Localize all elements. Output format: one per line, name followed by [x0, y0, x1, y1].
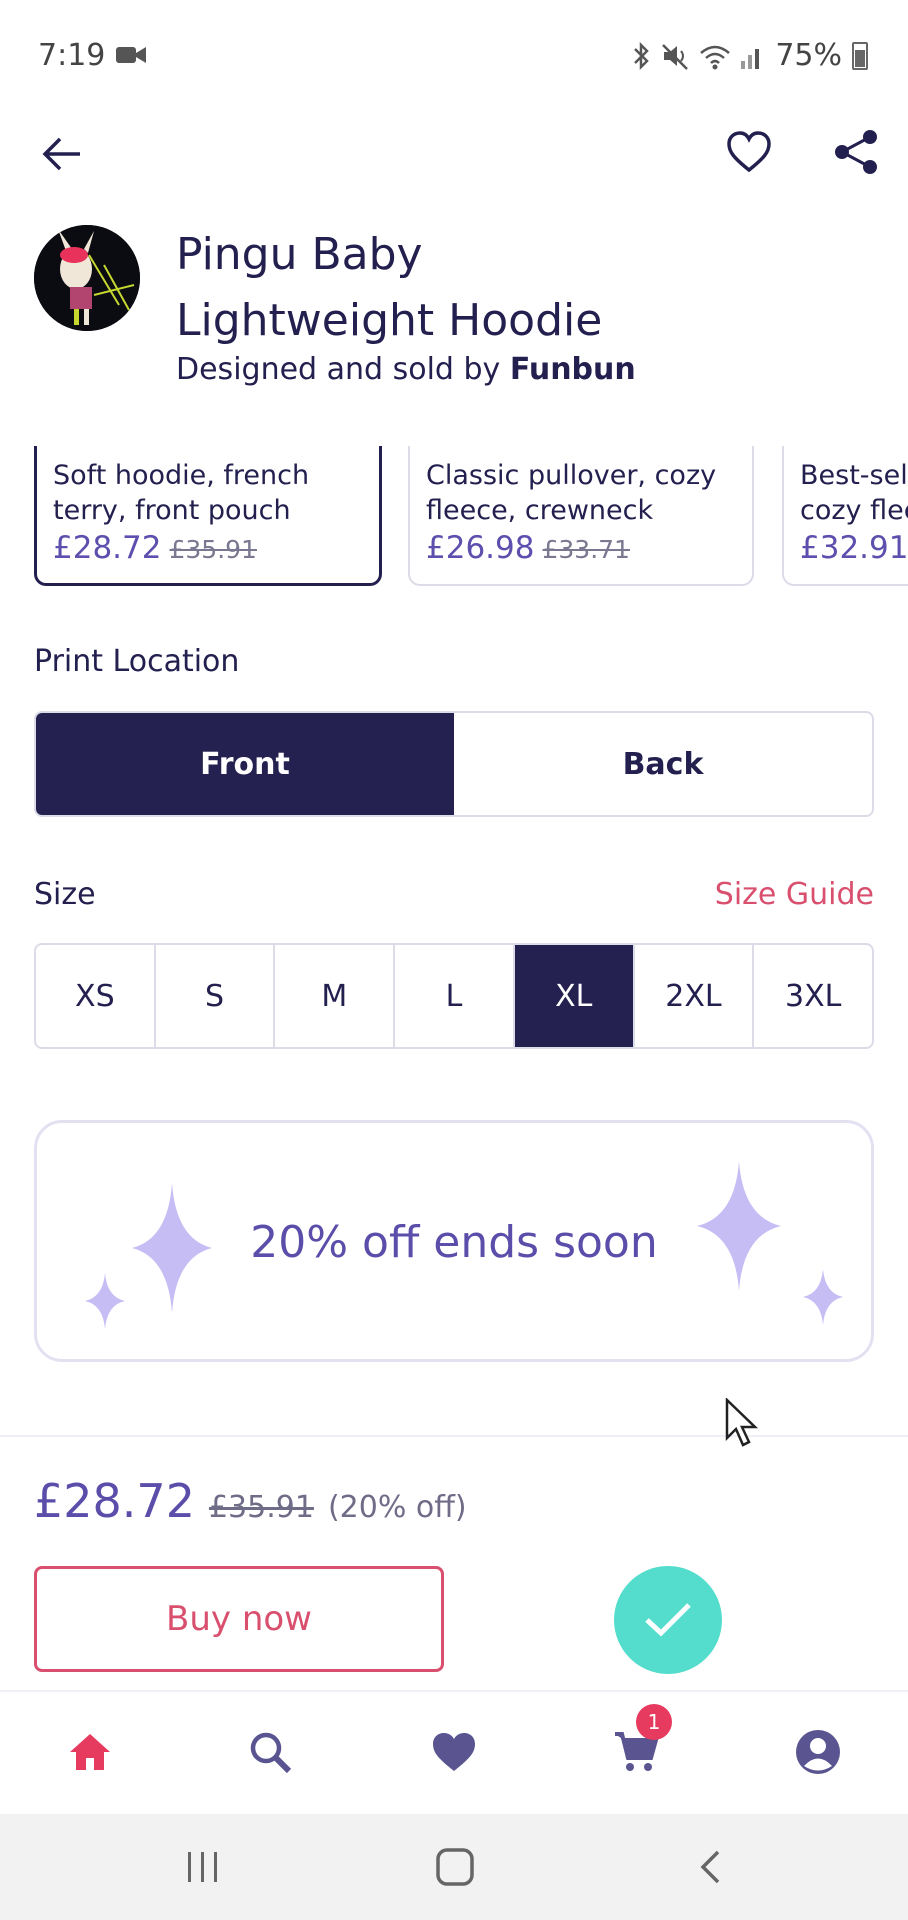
variant-price-old: £33.71: [542, 535, 630, 564]
size-option-xs[interactable]: XS: [36, 945, 156, 1047]
variant-card[interactable]: Best-sel cozy flee £32.91: [782, 446, 908, 586]
check-icon: [645, 1603, 691, 1637]
product-title: Pingu Baby Lightweight Hoodie: [176, 222, 876, 354]
favorite-heart-icon[interactable]: [726, 130, 772, 174]
seller-avatar-art: [34, 225, 140, 331]
variant-price: £32.91: [800, 530, 908, 566]
status-bar: 7:19 75%: [0, 0, 908, 110]
system-nav-bar: [0, 1814, 908, 1920]
print-location-label: Print Location: [34, 644, 240, 679]
print-option-front[interactable]: Front: [36, 713, 454, 815]
variant-desc-line2: fleece, crewneck: [426, 495, 654, 526]
status-right: 75%: [631, 38, 868, 73]
promo-banner: 20% off ends soon: [34, 1120, 874, 1362]
battery-icon: [852, 41, 868, 70]
seller-avatar[interactable]: [34, 225, 140, 331]
share-icon[interactable]: [832, 128, 880, 176]
print-location-toggle[interactable]: Front Back: [34, 711, 874, 817]
chevron-left-icon: [700, 1850, 720, 1884]
nav-search[interactable]: [240, 1722, 300, 1782]
wifi-icon: [700, 45, 731, 69]
byline-prefix: Designed and sold by: [176, 352, 501, 387]
size-option-2xl[interactable]: 2XL: [635, 945, 755, 1047]
variant-card[interactable]: Soft hoodie, french terry, front pouch £…: [34, 446, 382, 586]
check-button[interactable]: [614, 1566, 722, 1674]
divider: [0, 1435, 908, 1437]
sparkle-icon: [85, 1273, 125, 1329]
seller-byline: Designed and sold by Funbun: [176, 352, 636, 387]
price-discount: (20% off): [327, 1490, 467, 1525]
buy-now-button[interactable]: Buy now: [34, 1566, 444, 1672]
heart-icon: [433, 1733, 475, 1771]
camera-icon: [116, 47, 146, 63]
home-system-button[interactable]: [430, 1842, 480, 1892]
variant-desc-line1: Best-sel: [800, 460, 908, 491]
battery-percent: 75%: [775, 38, 842, 73]
price-old: £35.91: [208, 1490, 314, 1525]
bluetooth-icon: [634, 41, 650, 70]
mouse-cursor-icon: [725, 1398, 759, 1447]
recent-apps-button[interactable]: [178, 1842, 228, 1892]
product-title-line2: Lightweight Hoodie: [176, 295, 603, 346]
size-option-s[interactable]: S: [156, 945, 276, 1047]
variant-price-current: £28.72: [53, 530, 162, 566]
variant-price-old: £35.91: [169, 535, 257, 564]
status-time: 7:19: [38, 38, 106, 73]
nav-cart[interactable]: 1: [606, 1704, 672, 1782]
cart-count-badge: 1: [636, 1704, 672, 1740]
size-option-m[interactable]: M: [275, 945, 396, 1047]
price-row: £28.72 £35.91 (20% off): [34, 1474, 467, 1528]
variant-desc-line1: Classic pullover, cozy: [426, 460, 717, 491]
size-label: Size: [34, 877, 96, 912]
mute-icon: [662, 43, 689, 70]
status-icons: [631, 41, 765, 71]
print-option-back[interactable]: Back: [454, 713, 872, 815]
variant-desc-line2: cozy flee: [800, 495, 908, 526]
nav-home[interactable]: [60, 1722, 120, 1782]
back-arrow-icon[interactable]: [40, 132, 84, 176]
variant-price: £28.72 £35.91: [53, 530, 363, 566]
size-option-xl[interactable]: XL: [514, 945, 635, 1047]
product-title-line1: Pingu Baby: [176, 229, 423, 280]
account-icon: [796, 1730, 840, 1774]
size-selector[interactable]: XS S M L XL 2XL 3XL: [34, 943, 874, 1049]
seller-name-link[interactable]: Funbun: [510, 352, 636, 387]
recent-apps-icon: [188, 1852, 217, 1882]
back-system-button[interactable]: [686, 1842, 736, 1892]
home-square-icon: [436, 1848, 474, 1886]
variant-price-current: £32.91: [800, 530, 908, 566]
nav-account[interactable]: [788, 1722, 848, 1782]
variant-desc-line2: terry, front pouch: [53, 495, 291, 526]
search-icon: [250, 1732, 292, 1774]
sparkle-icon: [803, 1269, 843, 1325]
size-option-l[interactable]: L: [395, 945, 515, 1047]
size-guide-link[interactable]: Size Guide: [715, 877, 874, 912]
bottom-nav: 1: [0, 1690, 908, 1814]
home-icon: [70, 1734, 110, 1770]
signal-icon: [741, 48, 760, 69]
price-current: £28.72: [34, 1474, 195, 1528]
variant-price: £26.98 £33.71: [426, 530, 736, 566]
variant-card[interactable]: Classic pullover, cozy fleece, crewneck …: [408, 446, 754, 586]
size-option-3xl[interactable]: 3XL: [754, 945, 872, 1047]
promo-text: 20% off ends soon: [250, 1217, 658, 1268]
variant-desc-line1: Soft hoodie, french: [53, 460, 310, 491]
variant-price-current: £26.98: [426, 530, 535, 566]
variant-carousel[interactable]: Soft hoodie, french terry, front pouch £…: [0, 446, 908, 586]
nav-favorites[interactable]: [424, 1722, 484, 1782]
